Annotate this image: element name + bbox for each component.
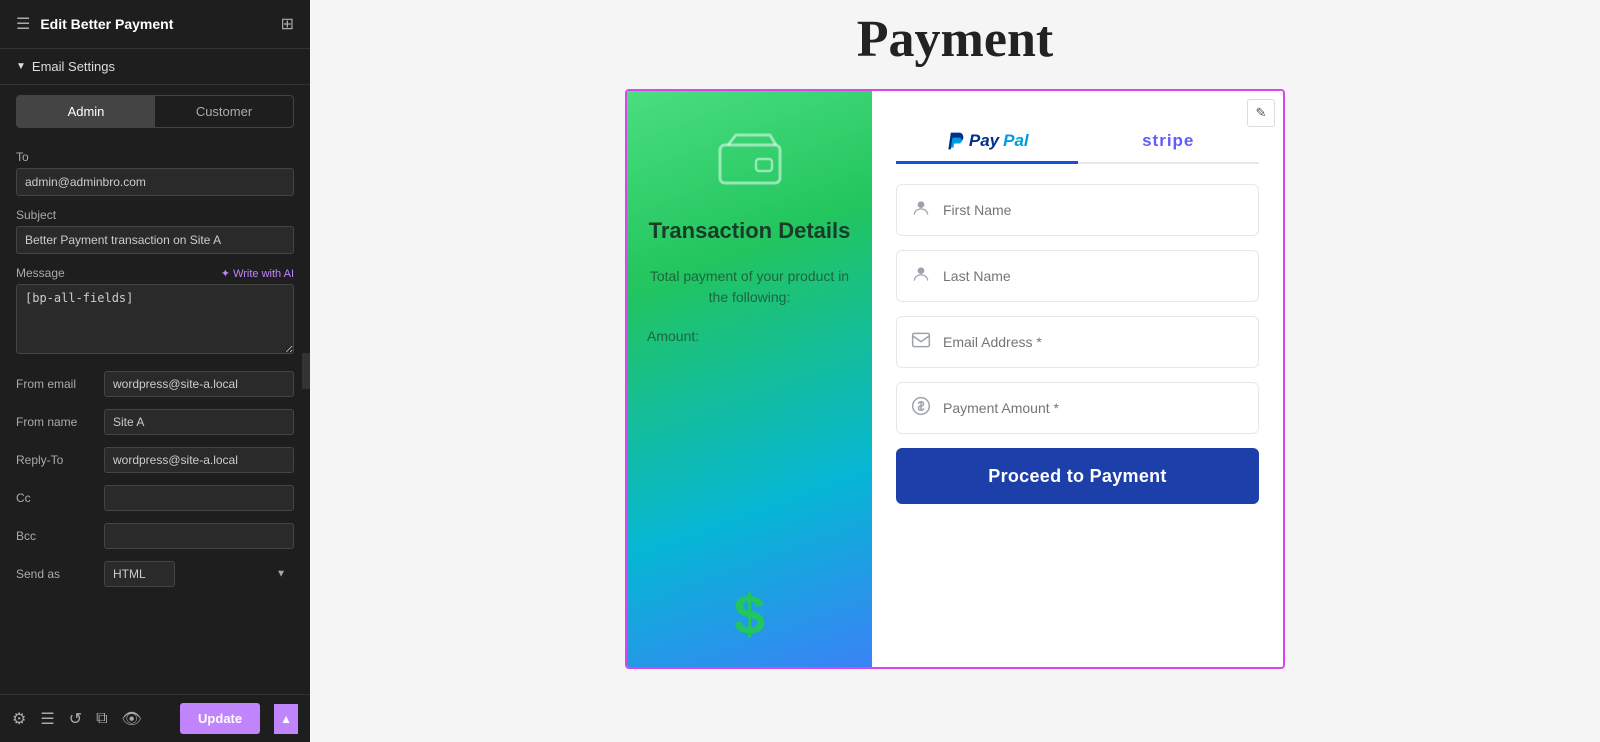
- paypal-text: Pay: [969, 131, 999, 151]
- cc-row: Cc: [16, 485, 294, 511]
- first-name-input[interactable]: [943, 202, 1244, 218]
- email-field: [896, 316, 1259, 368]
- cc-label: Cc: [16, 491, 96, 505]
- stripe-logo: stripe: [1142, 131, 1194, 151]
- grid-icon[interactable]: ⊞: [281, 14, 294, 34]
- payment-amount-field: [896, 382, 1259, 434]
- history-icon[interactable]: ↺: [69, 709, 82, 729]
- paypal-tab[interactable]: PayPal: [896, 121, 1078, 164]
- payment-widget: ✎ Transaction Details Total payment of y…: [625, 89, 1285, 669]
- email-settings-label: Email Settings: [32, 59, 115, 74]
- from-email-label: From email: [16, 377, 96, 391]
- send-as-row: Send as HTML Plain Text ▼: [16, 561, 294, 587]
- bcc-input[interactable]: [104, 523, 294, 549]
- widget-edit-button[interactable]: ✎: [1247, 99, 1275, 127]
- amount-label: Amount:: [647, 328, 699, 344]
- subject-label: Subject: [16, 208, 294, 222]
- tab-customer[interactable]: Customer: [155, 96, 293, 127]
- arrow-icon: ▼: [16, 61, 26, 72]
- dollar-sign-large: $: [734, 582, 765, 647]
- transaction-description: Total payment of your product in the fol…: [647, 266, 852, 308]
- email-settings-header: ▼ Email Settings: [0, 49, 310, 85]
- last-name-field: [896, 250, 1259, 302]
- bcc-row: Bcc: [16, 523, 294, 549]
- transaction-title: Transaction Details: [649, 217, 851, 246]
- to-label: To: [16, 150, 294, 164]
- main-content: Payment + ⠿ × ✎ Transaction Details Tota…: [310, 0, 1600, 742]
- message-label: Message: [16, 266, 65, 280]
- update-button[interactable]: Update: [180, 703, 260, 734]
- dollar-icon: [911, 396, 931, 421]
- tab-admin[interactable]: Admin: [17, 96, 155, 127]
- layers-icon[interactable]: ☰: [40, 709, 54, 729]
- sidebar-title: Edit Better Payment: [40, 16, 173, 32]
- reply-to-row: Reply-To: [16, 447, 294, 473]
- page-title: Payment: [857, 10, 1053, 69]
- message-row: Message ✦ Write with AI: [16, 266, 294, 280]
- reply-to-label: Reply-To: [16, 453, 96, 467]
- from-email-input[interactable]: [104, 371, 294, 397]
- to-input[interactable]: [16, 168, 294, 196]
- from-email-row: From email: [16, 371, 294, 397]
- from-name-input[interactable]: [104, 409, 294, 435]
- email-input[interactable]: [943, 334, 1244, 350]
- from-name-label: From name: [16, 415, 96, 429]
- write-ai-button[interactable]: ✦ Write with AI: [221, 267, 294, 280]
- cc-input[interactable]: [104, 485, 294, 511]
- send-as-label: Send as: [16, 567, 96, 581]
- sidebar-bottom-toolbar: ⚙ ☰ ↺ ⧉ 👁 Update ▲: [0, 694, 310, 742]
- sidebar: ☰ Edit Better Payment ⊞ ▼ Email Settings…: [0, 0, 310, 742]
- first-name-field: [896, 184, 1259, 236]
- select-arrow-icon: ▼: [276, 569, 286, 580]
- message-textarea[interactable]: [bp-all-fields]: [16, 284, 294, 354]
- person-icon-2: [911, 264, 931, 289]
- collapse-handle[interactable]: ‹: [302, 353, 310, 389]
- from-name-row: From name: [16, 409, 294, 435]
- form-section: To Subject Message ✦ Write with AI [bp-a…: [0, 138, 310, 694]
- bcc-label: Bcc: [16, 529, 96, 543]
- sidebar-header: ☰ Edit Better Payment ⊞: [0, 0, 310, 49]
- paypal-logo: PayPal: [945, 131, 1029, 151]
- tab-row: Admin Customer: [16, 95, 294, 128]
- email-icon: [911, 330, 931, 355]
- proceed-to-payment-button[interactable]: Proceed to Payment: [896, 448, 1259, 504]
- hamburger-icon[interactable]: ☰: [16, 14, 30, 34]
- last-name-input[interactable]: [943, 268, 1244, 284]
- send-as-select-wrapper: HTML Plain Text ▼: [104, 561, 294, 587]
- preview-icon[interactable]: 👁: [122, 709, 142, 729]
- payment-amount-input[interactable]: [943, 400, 1244, 416]
- send-as-select[interactable]: HTML Plain Text: [104, 561, 175, 587]
- settings-icon[interactable]: ⚙: [12, 709, 26, 729]
- duplicate-icon[interactable]: ⧉: [96, 710, 107, 728]
- stripe-tab[interactable]: stripe: [1078, 121, 1260, 164]
- white-panel: PayPal stripe: [872, 91, 1283, 667]
- person-icon-1: [911, 198, 931, 223]
- payment-methods-tabs: PayPal stripe: [896, 121, 1259, 164]
- chevron-up-button[interactable]: ▲: [274, 704, 298, 734]
- reply-to-input[interactable]: [104, 447, 294, 473]
- sidebar-header-left: ☰ Edit Better Payment: [16, 14, 173, 34]
- green-panel: Transaction Details Total payment of you…: [627, 91, 872, 667]
- paypal-text2: Pal: [1003, 131, 1029, 151]
- wallet-icon: [718, 131, 782, 197]
- subject-input[interactable]: [16, 226, 294, 254]
